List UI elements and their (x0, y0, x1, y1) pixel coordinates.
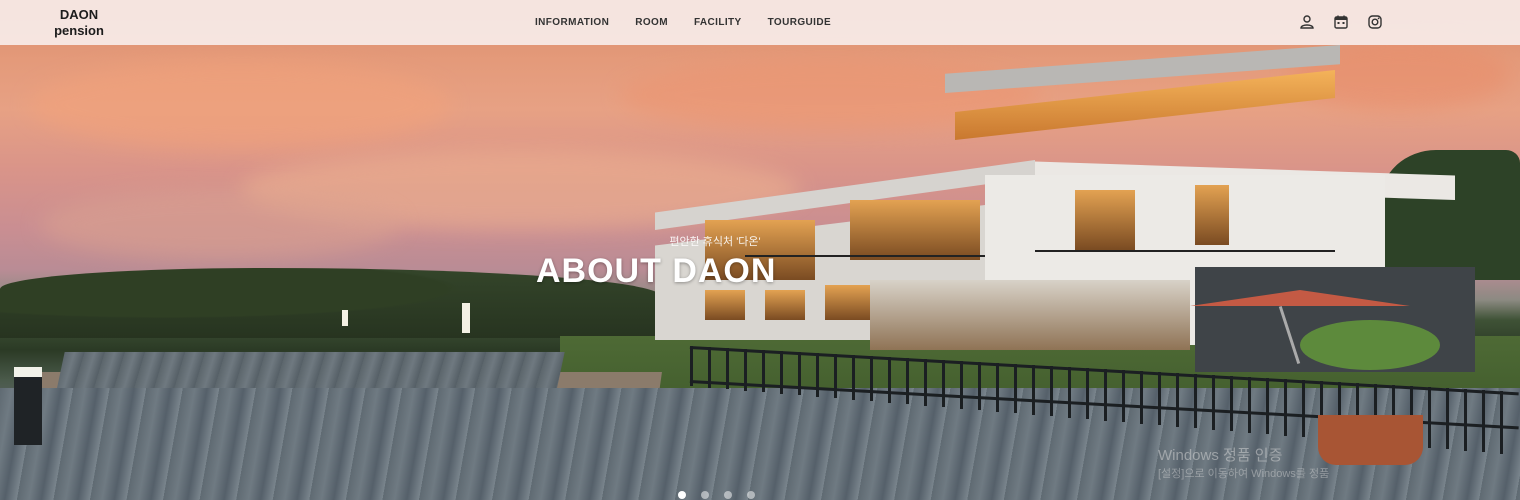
sky-cloud (30, 60, 450, 150)
fence-post (798, 352, 801, 395)
nav-item-room[interactable]: ROOM (635, 17, 668, 28)
fence-post (852, 355, 855, 400)
fence-post (906, 358, 909, 404)
windows-activation-watermark: Windows 정품 인증 (1158, 447, 1283, 464)
ground-window (705, 290, 745, 320)
carousel-dot-4[interactable] (747, 491, 755, 499)
fence-post (780, 351, 783, 394)
fence-post (942, 360, 945, 407)
calendar-icon[interactable] (1333, 14, 1349, 30)
fence-post (1032, 365, 1035, 415)
left-window-2 (850, 200, 980, 260)
brand-logo[interactable]: DAON pension (40, 7, 118, 39)
fence-post (834, 354, 837, 398)
brand-subname: pension (54, 23, 104, 38)
fence-post (1482, 390, 1485, 452)
hero-subtitle: 편안한 휴식처 '다온' (669, 236, 761, 248)
fence-post (924, 359, 927, 406)
fence-post (1230, 376, 1233, 431)
ground-window (765, 290, 805, 320)
fence-post (1284, 379, 1287, 436)
flower-pot (1318, 415, 1423, 465)
fence-post (1122, 370, 1125, 422)
fence-post (726, 348, 729, 389)
windows-activation-watermark-detail: [설정]으로 이동하여 Windows를 정품 (1158, 468, 1330, 480)
fence-post (1158, 372, 1161, 425)
fence-post (978, 362, 981, 410)
fence-post (762, 350, 765, 392)
nav-item-facility[interactable]: FACILITY (694, 17, 742, 28)
right-window (1075, 190, 1135, 250)
fence-post (1302, 380, 1305, 437)
fence-post (888, 357, 891, 403)
hero-slide (0, 0, 1520, 500)
fence-post (816, 353, 819, 397)
lamp-post (342, 310, 348, 326)
nav-item-tourguide[interactable]: TOURGUIDE (768, 17, 831, 28)
fence-post (1428, 387, 1431, 448)
carousel-indicators (678, 491, 755, 499)
brand-name: DAON (59, 7, 99, 22)
fence-post (1014, 364, 1017, 413)
railing (1035, 250, 1335, 252)
nav-item-information[interactable]: INFORMATION (535, 17, 609, 28)
instagram-icon[interactable] (1367, 14, 1383, 30)
nav-icons (1299, 14, 1383, 30)
fence-post (996, 363, 999, 412)
ground-floor-glass (870, 280, 1190, 350)
user-icon[interactable] (1299, 14, 1315, 30)
carousel-dot-3[interactable] (724, 491, 732, 499)
lamp-post (462, 303, 470, 333)
fence-post (1068, 367, 1071, 418)
fence-post (1500, 391, 1503, 454)
railing (745, 255, 985, 257)
main-menu: INFORMATION ROOM FACILITY TOURGUIDE (535, 17, 831, 28)
shrub (1300, 320, 1440, 370)
fence-post (1140, 371, 1143, 424)
fence-post (1086, 368, 1089, 419)
fence-post (708, 347, 711, 388)
fence-post (960, 361, 963, 409)
right-window-2 (1195, 185, 1229, 245)
hero-title: ABOUT DAON (536, 252, 777, 290)
fence-post (1194, 374, 1197, 428)
fence-post (744, 349, 747, 391)
carousel-dot-1[interactable] (678, 491, 686, 499)
fence-post (1212, 375, 1215, 430)
ground-window (825, 285, 870, 320)
sky-cloud (40, 190, 400, 260)
fence-post (1446, 388, 1449, 449)
lamp-post (14, 367, 42, 445)
carousel-dot-2[interactable] (701, 491, 709, 499)
top-navbar: DAON pension INFORMATION ROOM FACILITY T… (0, 0, 1520, 45)
fence-post (1050, 366, 1053, 416)
fence-post (1248, 377, 1251, 433)
fence-post (1464, 389, 1467, 451)
fence-post (1266, 378, 1269, 434)
fence-post (870, 356, 873, 401)
fence-post (1176, 373, 1179, 427)
fence-post (1104, 369, 1107, 421)
fence-post (690, 346, 693, 386)
